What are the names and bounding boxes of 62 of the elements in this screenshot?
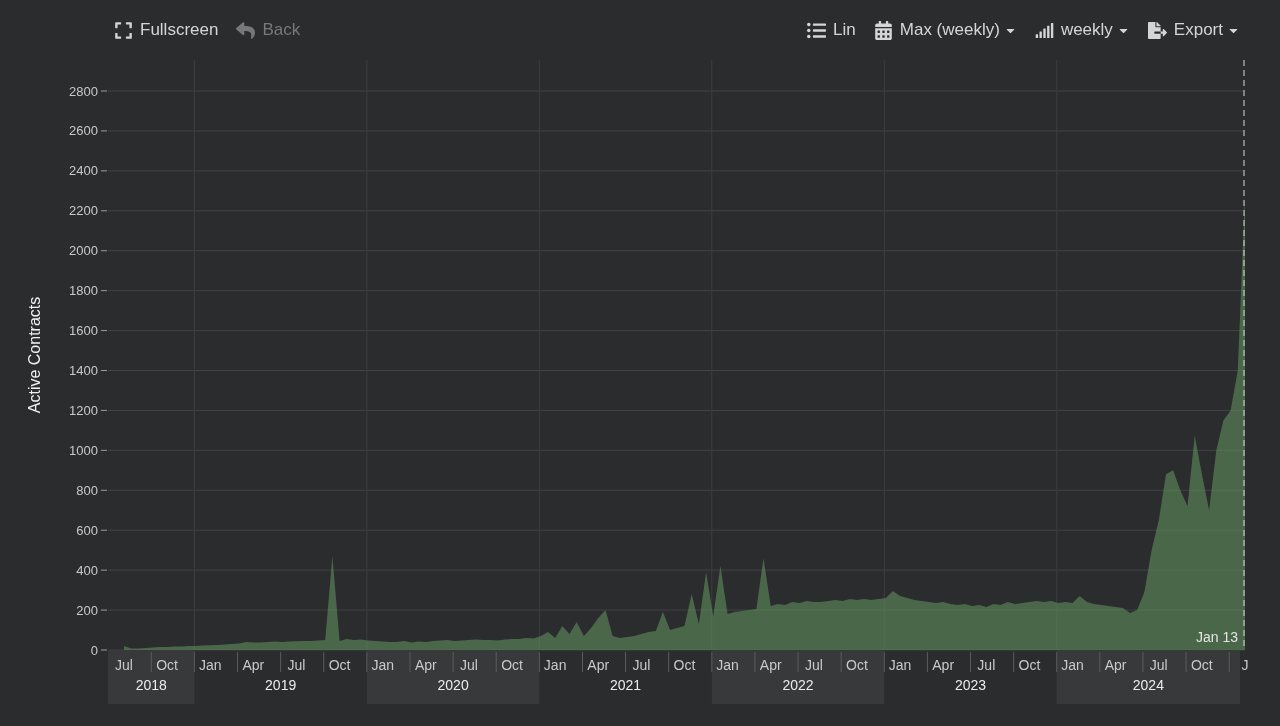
axis-label: Oct bbox=[1191, 657, 1213, 673]
back-icon bbox=[236, 20, 256, 40]
fullscreen-button[interactable]: Fullscreen bbox=[114, 18, 219, 42]
axis-label: Jan bbox=[198, 657, 222, 673]
export-icon bbox=[1147, 20, 1167, 40]
axis-label: Apr bbox=[414, 657, 437, 673]
scale-button[interactable]: Lin bbox=[807, 18, 856, 42]
axis-label: Apr bbox=[242, 657, 265, 673]
axis-label: Jan bbox=[888, 657, 912, 673]
axis-label: Apr bbox=[759, 657, 782, 673]
range-button[interactable]: Max (weekly) bbox=[873, 18, 1017, 42]
axis-label: 1000 bbox=[69, 442, 98, 458]
axis-label: Oct bbox=[328, 657, 351, 673]
year-label: 2024 bbox=[1132, 677, 1164, 693]
year-label: 2021 bbox=[610, 677, 642, 693]
year-label: 2018 bbox=[135, 677, 167, 693]
year-label: 2023 bbox=[954, 677, 987, 693]
bar-chart-icon bbox=[1034, 20, 1054, 40]
axis-label: 2400 bbox=[69, 163, 98, 179]
interval-button[interactable]: weekly bbox=[1034, 18, 1130, 42]
axis-label: Apr bbox=[932, 657, 955, 673]
axis-label: 2800 bbox=[69, 83, 98, 99]
axis-label: 0 bbox=[90, 642, 98, 658]
axis-label: Oct bbox=[501, 657, 523, 673]
axis-label: 600 bbox=[76, 522, 98, 538]
axis-label: 2200 bbox=[69, 203, 98, 219]
year-label: 2019 bbox=[265, 677, 297, 693]
axis-label: Oct bbox=[673, 657, 696, 673]
axis-label: Jul bbox=[1149, 657, 1168, 673]
axis-label: Jan bbox=[371, 657, 394, 673]
axis-label: 1400 bbox=[69, 363, 98, 378]
axis-label: Oct bbox=[846, 657, 868, 673]
year-label: 2022 bbox=[782, 677, 814, 693]
axis-label: Oct bbox=[1018, 657, 1041, 673]
year-label: 2020 bbox=[437, 677, 469, 693]
axis-label: Jul bbox=[459, 657, 478, 673]
axis-label: Jan bbox=[543, 657, 567, 673]
axis-label: Oct bbox=[156, 657, 178, 673]
axis-label: 2000 bbox=[69, 243, 98, 259]
list-icon bbox=[807, 20, 827, 40]
axis-label: 2600 bbox=[69, 123, 98, 139]
axis-label: 1600 bbox=[69, 323, 98, 339]
axis-label: Jan bbox=[716, 657, 739, 673]
axis-label: 400 bbox=[76, 562, 98, 578]
marker-label: Jan 13 bbox=[1195, 629, 1238, 645]
axis-label: Jul bbox=[977, 657, 996, 673]
axis-label: Apr bbox=[1104, 657, 1127, 673]
axis-label: 200 bbox=[76, 602, 98, 618]
axis-label: J bbox=[1241, 657, 1249, 673]
fullscreen-icon bbox=[114, 20, 133, 40]
axis-label: 800 bbox=[76, 482, 98, 498]
axis-title: Active Contracts bbox=[26, 296, 43, 414]
calendar-icon bbox=[873, 20, 893, 40]
axis-label: Jul bbox=[115, 657, 133, 673]
axis-label: Jul bbox=[632, 657, 651, 673]
axis-label: Apr bbox=[587, 657, 610, 673]
axis-label: Jul bbox=[287, 657, 306, 673]
export-button[interactable]: Export bbox=[1147, 18, 1240, 42]
axis-label: Jan bbox=[1061, 657, 1084, 673]
axis-label: Jul bbox=[804, 657, 823, 673]
axis-label: 1200 bbox=[69, 402, 98, 418]
axis-label: 1800 bbox=[69, 283, 98, 299]
